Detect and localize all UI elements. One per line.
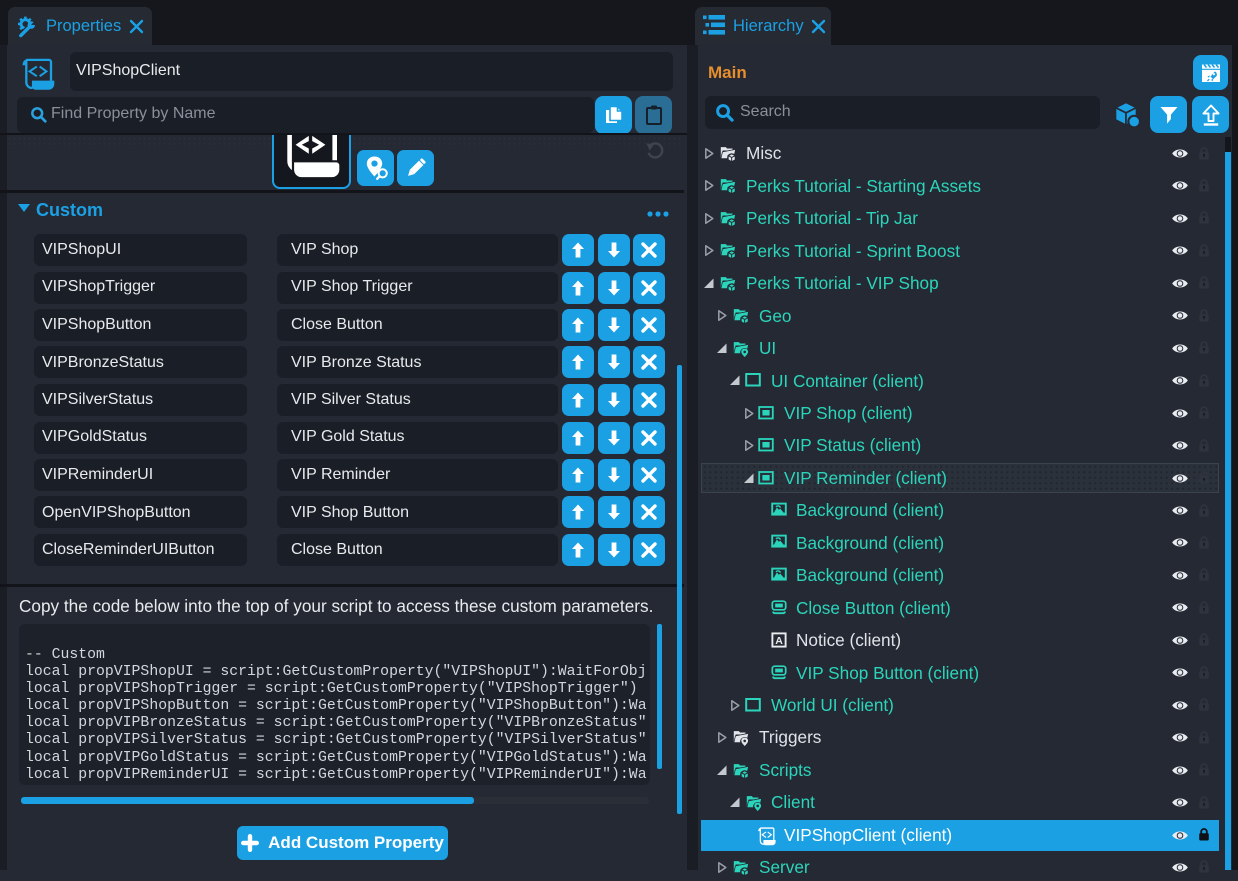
svg-text:A: A — [775, 635, 783, 647]
